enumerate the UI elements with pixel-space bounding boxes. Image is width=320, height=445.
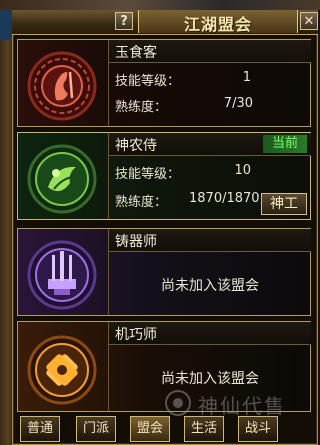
- guild-card-food[interactable]: 玉食客 技能等级： 1 熟练度： 7/30: [17, 39, 311, 127]
- guild-name-row: 机巧师: [109, 322, 311, 345]
- proficiency-label: 熟练度：: [115, 100, 168, 115]
- guild-card-forge[interactable]: 铸器师 尚未加入该盟会: [17, 228, 311, 316]
- proficiency-value: 7/30: [223, 96, 253, 111]
- tab-guild[interactable]: 盟会: [130, 416, 170, 442]
- skill-level-label: 技能等级：: [115, 74, 181, 89]
- forge-guild-emblem-icon: [27, 240, 97, 310]
- proficiency-label: 熟练度：: [115, 195, 168, 210]
- window-title: 江湖盟会: [183, 15, 252, 34]
- tab-sect[interactable]: 门派: [76, 416, 116, 442]
- guild-name: 机巧师: [115, 327, 157, 343]
- close-button[interactable]: ✕: [300, 12, 318, 30]
- guild-card-herb[interactable]: 神农侍 当前 技能等级： 10 熟练度： 1870/1870 神工: [17, 132, 311, 220]
- skill-level-value: 1: [242, 70, 251, 85]
- proficiency-value: 1870/1870: [189, 191, 260, 206]
- skill-level-label: 技能等级：: [115, 167, 181, 182]
- guild-name: 铸器师: [115, 234, 157, 250]
- guild-info: 玉食客 技能等级： 1 熟练度： 7/30: [108, 40, 311, 126]
- guild-info: 神农侍 当前 技能等级： 10 熟练度： 1870/1870 神工: [108, 133, 311, 219]
- tab-combat[interactable]: 战斗: [238, 416, 278, 442]
- guild-name: 玉食客: [115, 45, 157, 61]
- guild-name-row: 玉食客: [109, 40, 311, 63]
- tab-normal[interactable]: 普通: [20, 416, 60, 442]
- skill-level-value: 10: [234, 163, 251, 178]
- bottom-tab-bar: 普通 门派 盟会 生活 战斗: [14, 413, 320, 445]
- title-frame: 江湖盟会: [138, 10, 298, 34]
- divine-craft-button[interactable]: 神工: [261, 193, 307, 215]
- food-guild-emblem-icon: [27, 51, 97, 121]
- guild-name: 神农侍: [115, 138, 157, 154]
- current-badge: 当前: [263, 135, 307, 153]
- not-joined-status: 尚未加入该盟会: [161, 278, 259, 294]
- tab-life[interactable]: 生活: [184, 416, 224, 442]
- guild-name-row: 铸器师: [109, 229, 311, 252]
- background-scenery-top: [0, 0, 320, 10]
- herb-guild-emblem-icon: [27, 144, 97, 214]
- not-joined-status: 尚未加入该盟会: [161, 371, 259, 387]
- guild-name-row: 神农侍 当前: [109, 133, 311, 156]
- window-titlebar: ? 江湖盟会 ✕: [12, 10, 318, 35]
- mechanism-guild-emblem-icon: [27, 335, 97, 405]
- help-button[interactable]: ?: [115, 12, 133, 30]
- guild-info: 铸器师 尚未加入该盟会: [108, 229, 311, 315]
